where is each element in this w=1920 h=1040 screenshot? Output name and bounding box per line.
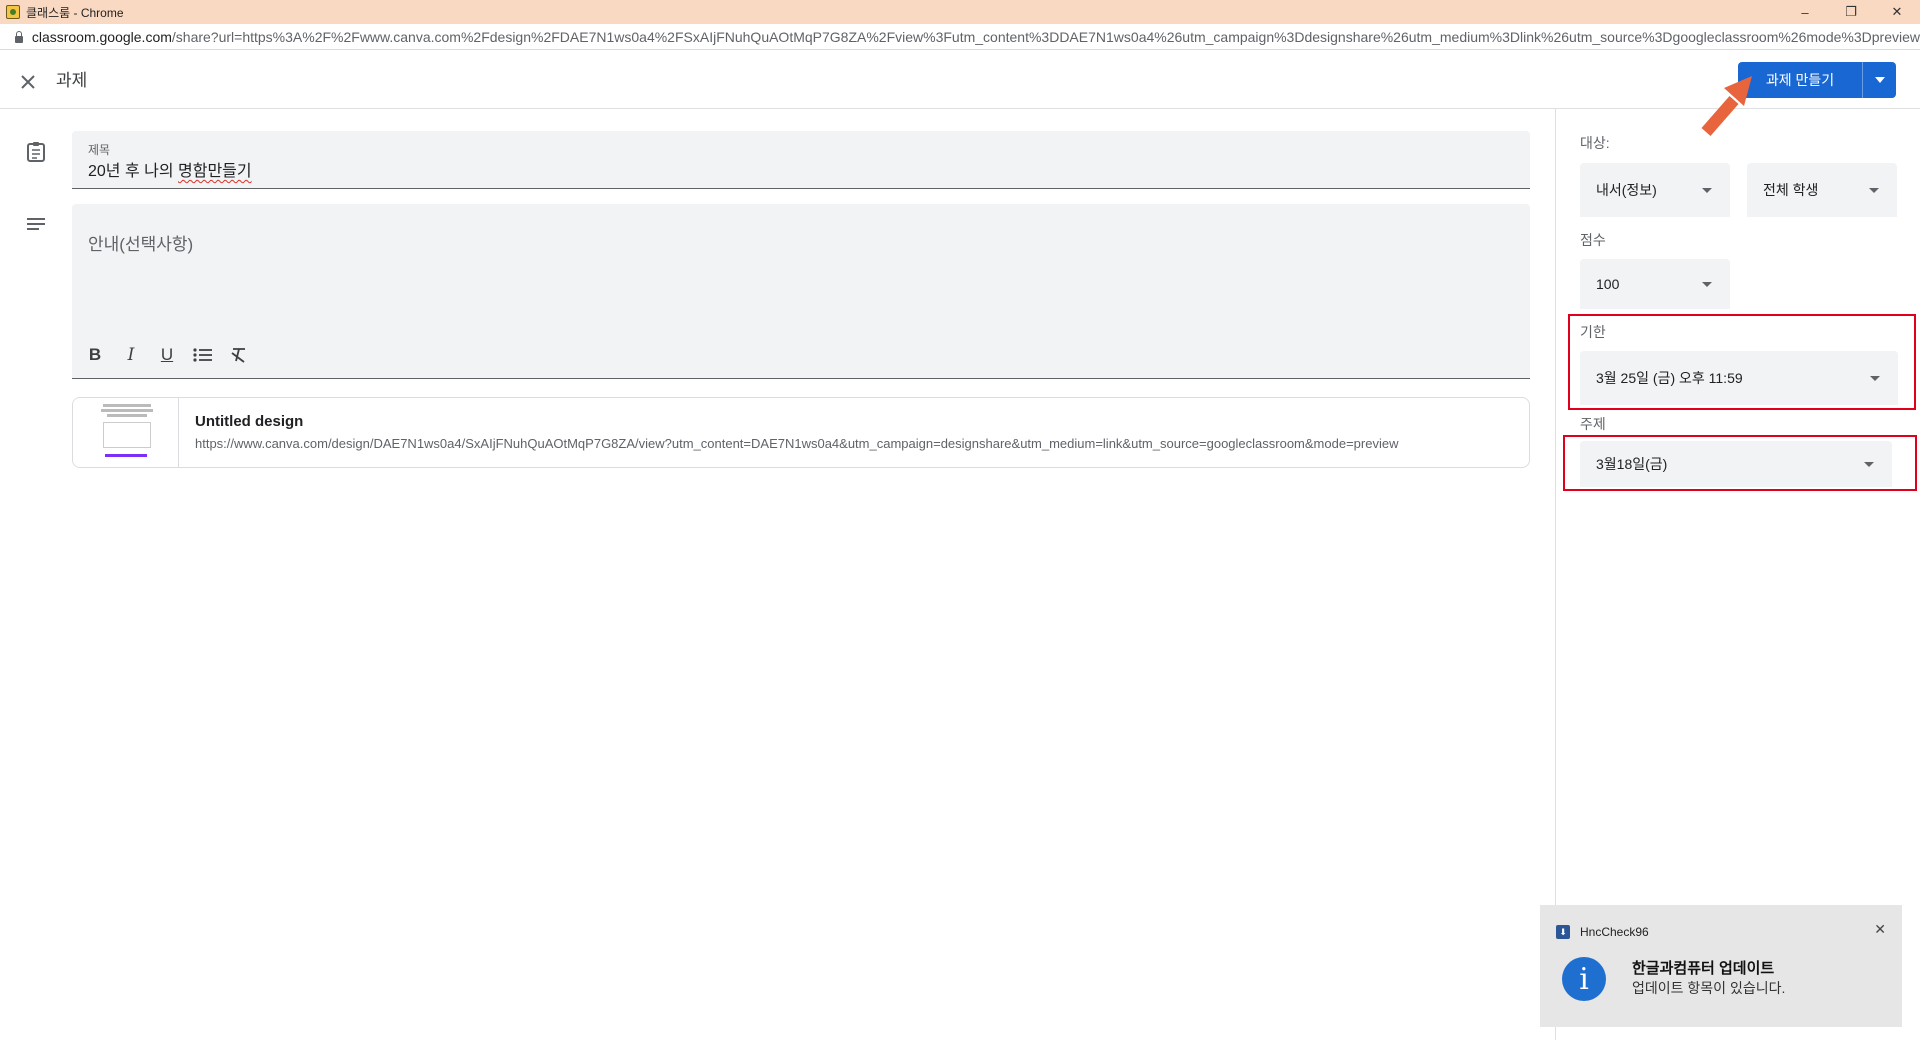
dropdown-arrow-icon: [1870, 375, 1880, 381]
clear-formatting-button[interactable]: [224, 340, 254, 370]
title-misspelled-word: 명함만들기: [178, 163, 252, 180]
window-controls: – ❐ ✕: [1782, 0, 1920, 24]
topic-label: 주제: [1580, 416, 1606, 432]
bulleted-list-icon: [193, 348, 212, 362]
dropdown-arrow-icon: [1864, 461, 1874, 467]
address-bar[interactable]: classroom.google.com/share?url=https%3A%…: [0, 24, 1920, 50]
italic-button[interactable]: I: [116, 340, 146, 370]
bold-icon: B: [88, 345, 102, 364]
dropdown-arrow-icon: [1702, 187, 1712, 193]
attachment-name: Untitled design: [195, 413, 304, 430]
close-window-button[interactable]: ✕: [1874, 0, 1920, 24]
classroom-app-icon: [6, 5, 20, 19]
for-label: 대상:: [1580, 135, 1610, 151]
window-title: 클래스룸 - Chrome: [26, 5, 124, 20]
bulleted-list-button[interactable]: [188, 340, 218, 370]
notification-app-name: HncCheck96: [1580, 925, 1649, 939]
attachment-info: Untitled design https://www.canva.com/de…: [179, 398, 1519, 467]
create-options-dropdown[interactable]: [1862, 62, 1896, 98]
assignment-icon: [27, 142, 45, 162]
close-button[interactable]: [14, 68, 42, 96]
italic-icon: I: [127, 345, 135, 365]
app-header: 과제 과제 만들기: [0, 50, 1920, 109]
topic-select-value: 3월18일(금): [1596, 456, 1668, 472]
url-path: /share?url=https%3A%2F%2Fwww.canva.com%2…: [171, 28, 1920, 45]
update-notification[interactable]: ⬇ HncCheck96 ✕ i 한글과컴퓨터 업데이트 업데이트 항목이 있습…: [1540, 905, 1902, 1027]
attachment-thumbnail: [73, 398, 179, 467]
bold-button[interactable]: B: [80, 340, 110, 370]
minimize-button[interactable]: –: [1782, 0, 1828, 24]
clear-formatting-icon: [231, 348, 245, 363]
browser-titlebar: 클래스룸 - Chrome – ❐ ✕: [0, 0, 1920, 24]
create-assignment-label[interactable]: 과제 만들기: [1738, 62, 1862, 98]
settings-panel: 대상: 내서(정보) 전체 학생 점수 100 기한 3월 25일 (금) 오후…: [1555, 109, 1920, 1040]
due-select[interactable]: 3월 25일 (금) 오후 11:59: [1580, 351, 1898, 405]
download-icon: ⬇: [1556, 925, 1570, 939]
notification-header: ⬇ HncCheck96: [1556, 925, 1649, 939]
url-host: classroom.google.com: [31, 28, 172, 45]
restore-button[interactable]: ❐: [1828, 0, 1874, 24]
create-assignment-button[interactable]: 과제 만들기: [1738, 62, 1896, 98]
underline-button[interactable]: U: [152, 340, 182, 370]
info-icon: i: [1562, 957, 1606, 1001]
notification-message: 업데이트 항목이 있습니다.: [1632, 980, 1786, 996]
students-select-value: 전체 학생: [1763, 182, 1819, 198]
class-select[interactable]: 내서(정보): [1580, 163, 1730, 217]
points-select[interactable]: 100: [1580, 259, 1730, 309]
due-select-value: 3월 25일 (금) 오후 11:59: [1596, 370, 1743, 386]
attachment-card[interactable]: Untitled design https://www.canva.com/de…: [72, 397, 1530, 468]
title-label: 제목: [88, 143, 111, 157]
class-select-value: 내서(정보): [1596, 182, 1657, 198]
students-select[interactable]: 전체 학생: [1747, 163, 1897, 217]
underline-icon: U: [160, 345, 174, 364]
dropdown-arrow-icon: [1869, 187, 1879, 193]
format-toolbar: B I U: [80, 340, 254, 370]
points-label: 점수: [1580, 232, 1606, 248]
due-label: 기한: [1580, 324, 1606, 340]
title-field[interactable]: 제목 20년 후 나의 명함만들기: [72, 131, 1530, 189]
notification-close-button[interactable]: ✕: [1874, 921, 1886, 938]
description-placeholder: 안내(선택사항): [88, 235, 194, 254]
description-field[interactable]: 안내(선택사항) B I U: [72, 204, 1530, 379]
caret-down-icon: [1874, 77, 1885, 83]
page-title: 과제: [56, 71, 88, 90]
points-select-value: 100: [1596, 276, 1620, 292]
close-icon: [21, 75, 35, 89]
notification-title: 한글과컴퓨터 업데이트: [1632, 960, 1775, 977]
topic-select[interactable]: 3월18일(금): [1580, 441, 1892, 487]
dropdown-arrow-icon: [1702, 281, 1712, 287]
attachment-url[interactable]: https://www.canva.com/design/DAE7N1ws0a4…: [195, 436, 1515, 451]
title-text: 20년 후 나의: [88, 163, 179, 180]
lock-icon[interactable]: [14, 30, 23, 43]
description-icon: [27, 218, 45, 230]
title-input[interactable]: 20년 후 나의 명함만들기: [88, 157, 252, 181]
